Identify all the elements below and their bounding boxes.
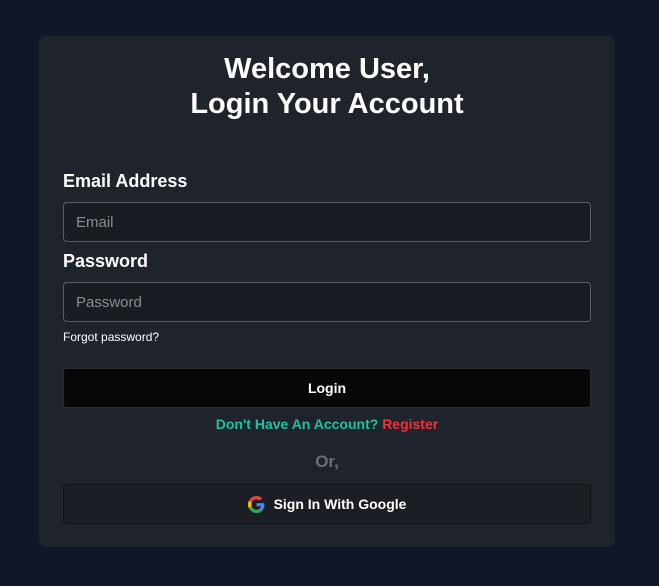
forgot-password-link[interactable]: Forgot password? — [63, 330, 159, 344]
google-button-label: Sign In With Google — [273, 496, 407, 512]
login-button[interactable]: Login — [63, 368, 591, 408]
google-signin-button[interactable]: Sign In With Google — [63, 484, 591, 524]
password-label: Password — [63, 251, 149, 271]
email-label: Email Address — [63, 171, 188, 191]
register-prompt: Don't Have An Account? — [215, 416, 379, 432]
title-line-2: Login Your Account — [190, 88, 464, 120]
login-card: Welcome User, Login Your Account Email A… — [39, 36, 615, 547]
title-line-1: Welcome User, — [224, 53, 430, 85]
register-row: Don't Have An Account? Register — [39, 416, 615, 432]
or-divider: Or, — [315, 452, 339, 471]
register-link[interactable]: Register — [382, 416, 438, 432]
google-icon — [247, 495, 265, 513]
page-title: Welcome User, Login Your Account — [39, 52, 615, 122]
email-input[interactable] — [63, 202, 591, 242]
password-input[interactable] — [63, 282, 591, 322]
